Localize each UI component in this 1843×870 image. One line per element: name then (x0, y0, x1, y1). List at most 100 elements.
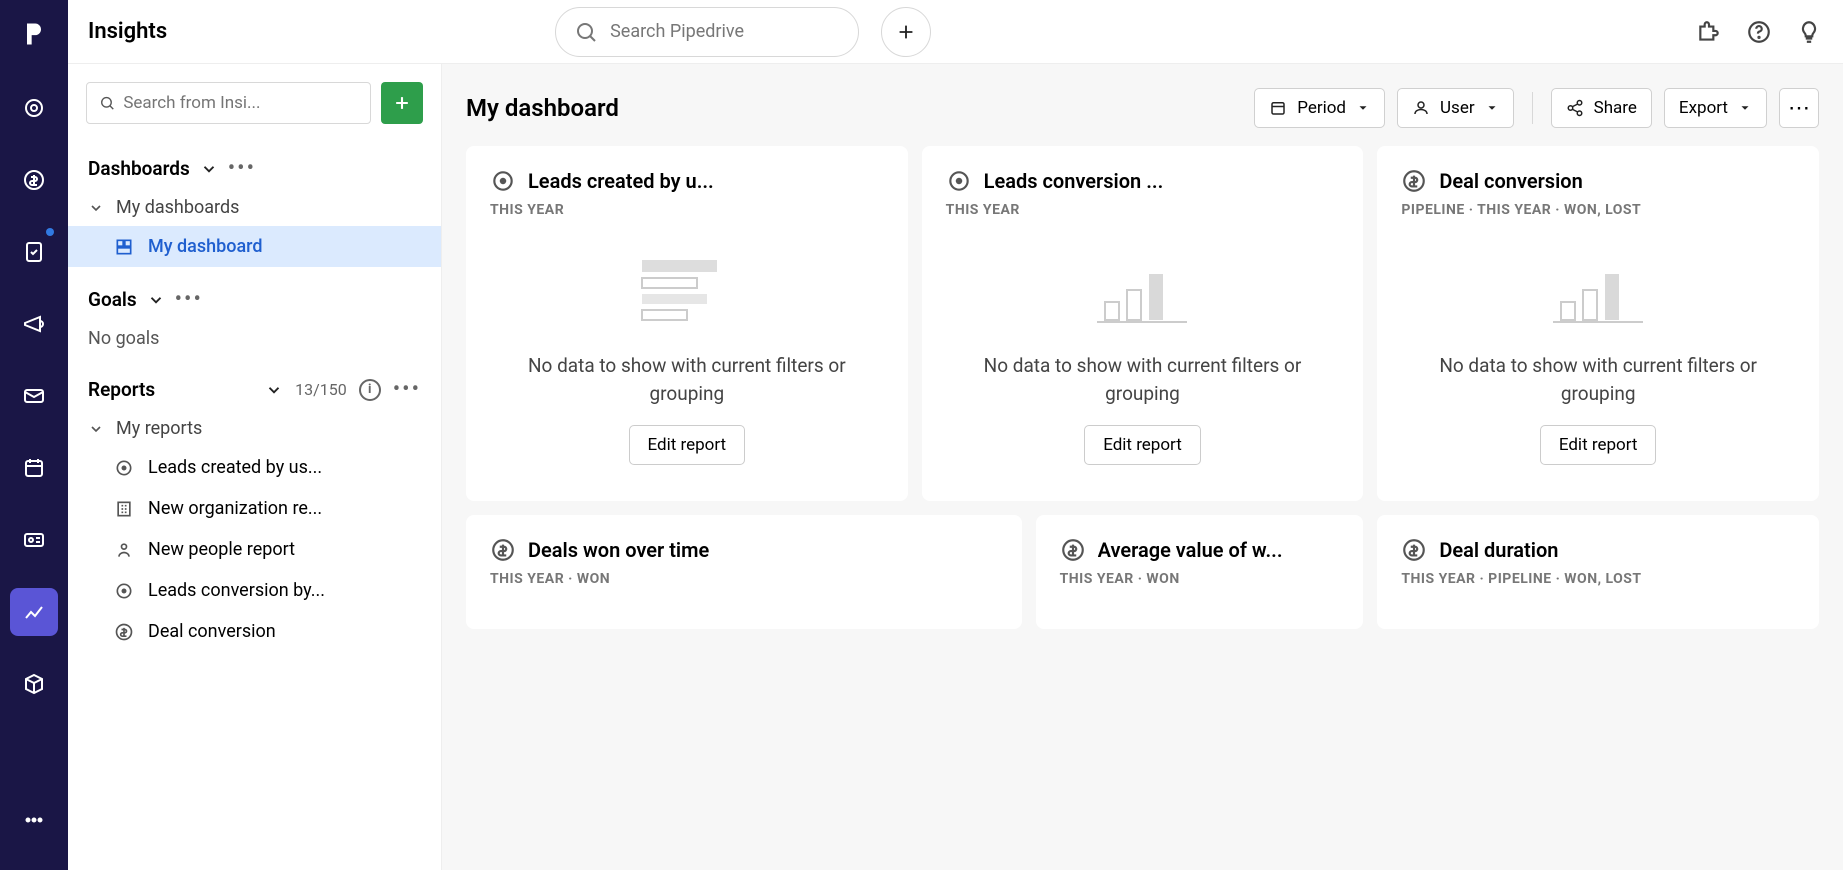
card-meta: THIS YEAR · WON (490, 571, 998, 587)
search-icon (99, 94, 115, 112)
card-title: Leads conversion ... (984, 169, 1164, 193)
dollar-icon (1401, 537, 1427, 563)
card-meta: THIS YEAR (490, 202, 884, 218)
global-search-input[interactable] (610, 21, 840, 42)
nav-deals[interactable] (10, 156, 58, 204)
nav-rail (0, 0, 68, 870)
chevron-down-icon (88, 200, 104, 216)
card-meta: THIS YEAR (946, 202, 1340, 218)
chart-placeholder (1087, 252, 1197, 334)
nav-products[interactable] (10, 660, 58, 708)
sidebar-report-item[interactable]: Deal conversion (68, 611, 441, 652)
user-filter[interactable]: User (1397, 88, 1514, 128)
dollar-icon (1401, 168, 1427, 194)
person-icon (114, 540, 134, 560)
sidebar-dashboards-section: Dashboards ••• My dashboards My dashboar… (68, 142, 441, 273)
edit-report-button[interactable]: Edit report (1084, 425, 1201, 465)
sidebar-report-item[interactable]: Leads created by us... (68, 447, 441, 488)
sidebar-report-item[interactable]: New people report (68, 529, 441, 570)
empty-message: No data to show with current filters or … (1401, 352, 1795, 407)
target-icon (946, 168, 972, 194)
period-filter[interactable]: Period (1254, 88, 1385, 128)
notification-dot (46, 228, 54, 236)
dashboard-title: My dashboard (466, 94, 619, 122)
dollar-icon (1060, 537, 1086, 563)
export-button[interactable]: Export (1664, 88, 1767, 128)
chart-placeholder (632, 252, 742, 334)
nav-leads[interactable] (10, 84, 58, 132)
section-more-button[interactable]: ••• (175, 287, 203, 312)
sidebar-group-my-reports[interactable]: My reports (68, 410, 441, 447)
dashboard-card[interactable]: Deal durationTHIS YEAR · PIPELINE · WON,… (1377, 515, 1819, 629)
calendar-icon (1269, 99, 1287, 117)
nav-mail[interactable] (10, 372, 58, 420)
sidebar-search[interactable] (86, 82, 371, 124)
dashboard-icon (114, 237, 134, 257)
tips-button[interactable] (1795, 18, 1823, 46)
section-more-button[interactable]: ••• (393, 377, 421, 402)
dollar-icon (114, 622, 134, 642)
plus-icon (392, 93, 412, 113)
target-icon (114, 458, 134, 478)
section-title: Goals (88, 288, 137, 311)
chart-placeholder (1543, 252, 1653, 334)
sidebar-group-my-dashboards[interactable]: My dashboards (68, 189, 441, 226)
page-title: Insights (88, 19, 167, 44)
sidebar-report-item[interactable]: New organization re... (68, 488, 441, 529)
nav-activities[interactable] (10, 228, 58, 276)
nav-insights[interactable] (10, 588, 58, 636)
card-title: Deal conversion (1439, 169, 1582, 193)
help-button[interactable] (1745, 18, 1773, 46)
dashboard-card[interactable]: Deal conversion PIPELINE · THIS YEAR · WO… (1377, 146, 1819, 501)
nav-campaigns[interactable] (10, 300, 58, 348)
caret-down-icon (1356, 101, 1370, 115)
bulb-icon (1796, 19, 1822, 45)
nav-calendar[interactable] (10, 444, 58, 492)
card-title: Leads created by u... (528, 169, 714, 193)
person-icon (1412, 99, 1430, 117)
sidebar-item-my-dashboard[interactable]: My dashboard (68, 226, 441, 267)
building-icon (114, 499, 134, 519)
empty-message: No data to show with current filters or … (946, 352, 1340, 407)
help-icon (1746, 19, 1772, 45)
share-icon (1566, 99, 1584, 117)
puzzle-icon (1696, 19, 1722, 45)
info-icon[interactable]: i (359, 379, 381, 401)
dashboard-card[interactable]: Average value of w...THIS YEAR · WON (1036, 515, 1364, 629)
chevron-down-icon[interactable] (200, 160, 218, 178)
edit-report-button[interactable]: Edit report (629, 425, 746, 465)
search-icon (574, 20, 598, 44)
dollar-icon (490, 537, 516, 563)
dashboard-canvas: My dashboard Period User Share (442, 64, 1843, 870)
caret-down-icon (1738, 101, 1752, 115)
dashboard-more-button[interactable]: ⋯ (1779, 88, 1819, 128)
nav-contacts[interactable] (10, 516, 58, 564)
card-meta: PIPELINE · THIS YEAR · WON, LOST (1401, 202, 1795, 218)
section-more-button[interactable]: ••• (228, 156, 256, 181)
edit-report-button[interactable]: Edit report (1540, 425, 1657, 465)
empty-message: No data to show with current filters or … (490, 352, 884, 407)
chevron-down-icon[interactable] (147, 291, 165, 309)
sidebar-report-item[interactable]: Leads conversion by... (68, 570, 441, 611)
top-header: Insights (68, 0, 1843, 64)
sidebar-add-button[interactable] (381, 82, 423, 124)
section-title: Reports (88, 378, 155, 401)
quick-add-button[interactable] (881, 7, 931, 57)
card-meta: THIS YEAR · PIPELINE · WON, LOST (1401, 571, 1795, 587)
card-title: Deals won over time (528, 538, 709, 562)
share-button[interactable]: Share (1551, 88, 1652, 128)
marketplace-button[interactable] (1695, 18, 1723, 46)
dashboard-toolbar: My dashboard Period User Share (442, 64, 1843, 146)
dashboard-card[interactable]: Deals won over time THIS YEAR · WON (466, 515, 1022, 629)
card-title: Average value of w... (1098, 538, 1283, 562)
target-icon (114, 581, 134, 601)
chevron-down-icon (88, 421, 104, 437)
dashboard-card[interactable]: Leads conversion ... THIS YEAR No data to … (922, 146, 1364, 501)
sidebar-reports-section: Reports 13/150 i ••• My reports Leads cr… (68, 363, 441, 658)
dashboard-card[interactable]: Leads created by u... THIS YEAR No data to… (466, 146, 908, 501)
logo[interactable] (16, 16, 52, 52)
global-search[interactable] (555, 7, 859, 57)
nav-more[interactable] (10, 796, 58, 844)
sidebar-search-input[interactable] (123, 93, 358, 113)
chevron-down-icon[interactable] (265, 381, 283, 399)
